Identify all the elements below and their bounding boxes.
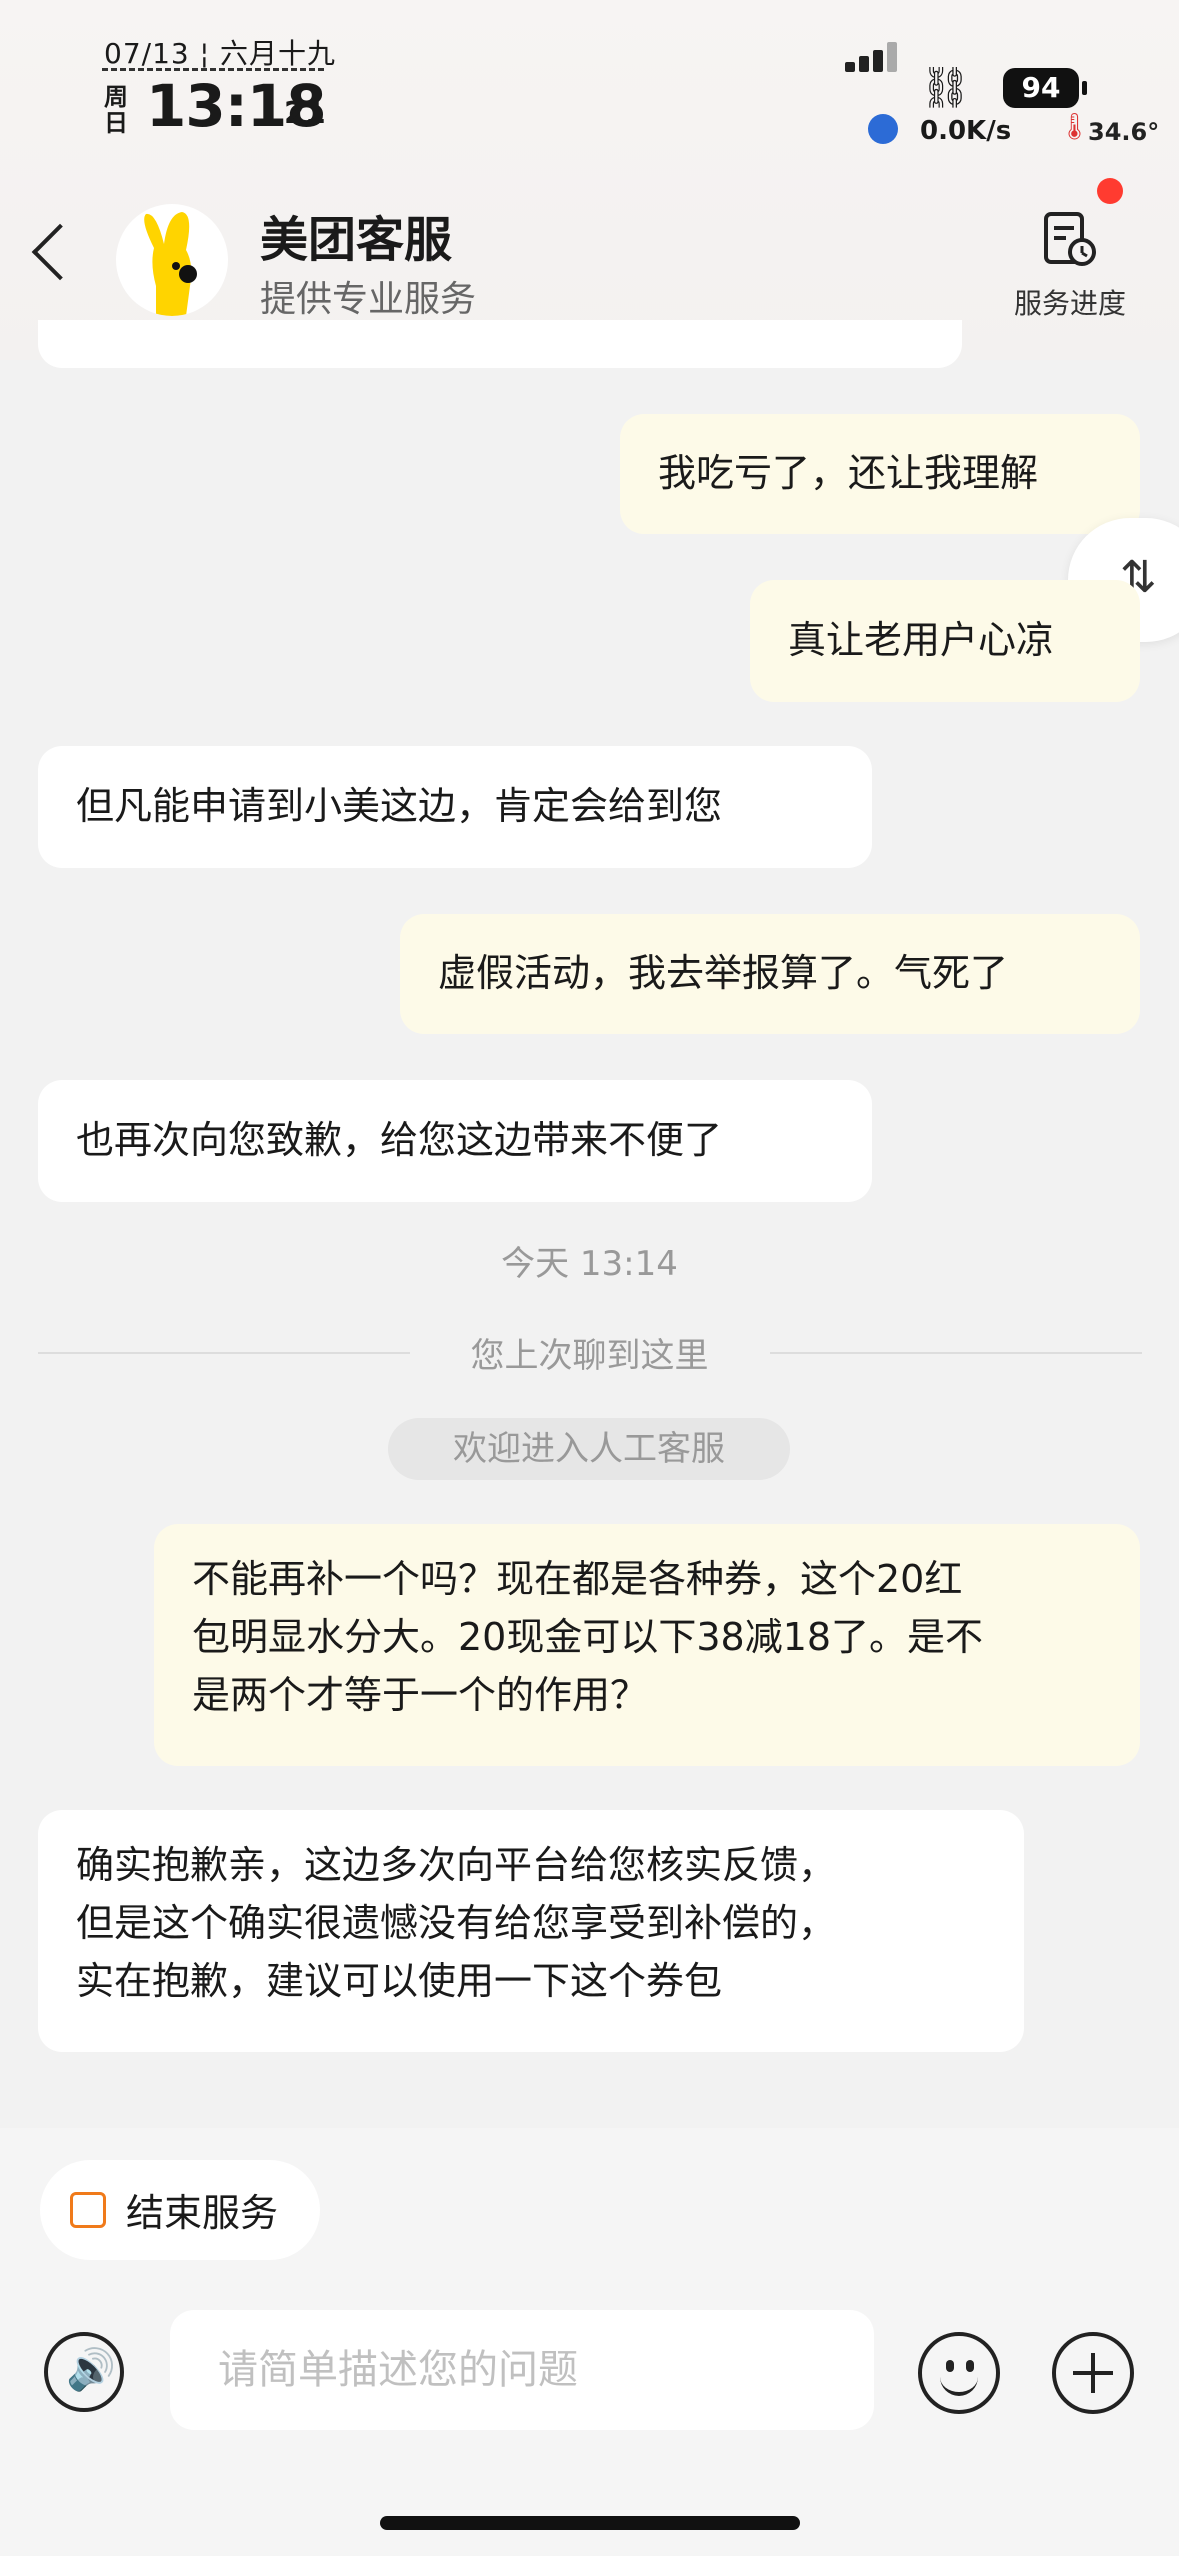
end-service-label: 结束服务 [126,2191,279,2235]
page-subtitle: 提供专业服务 [260,279,477,320]
message-bubble-incoming[interactable]: 但凡能申请到小美这边，肯定会给到您 [38,746,872,868]
avatar[interactable] [116,204,228,316]
history-divider: 您上次聊到这里 [0,1324,1179,1384]
end-service-button[interactable]: 结束服务 [40,2160,320,2260]
status-weekday: 周日 [104,83,128,137]
net-speed: 0.0K/s [920,116,1012,146]
message-text: 但凡能申请到小美这边，肯定会给到您 [76,784,723,828]
message-line: 是两个才等于一个的作用？ [192,1673,649,1717]
notification-dot [1097,178,1123,204]
status-seconds: 21 [284,96,326,131]
message-bubble-outgoing[interactable]: 我吃亏了，还让我理解 [620,414,1140,534]
message-text: 也再次向您致歉，给您这边带来不便了 [76,1118,723,1162]
message-text: 虚假活动，我去举报算了。气死了 [438,951,1009,995]
welcome-badge: 欢迎进入人工客服 [388,1418,790,1480]
message-line: 但是这个确实很遗憾没有给您享受到补偿的， [76,1901,837,1945]
alarm-icon [868,114,898,144]
emoji-icon[interactable] [918,2332,1000,2414]
message-bubble-incoming[interactable]: 也再次向您致歉，给您这边带来不便了 [38,1080,872,1202]
battery-icon: 94 [1003,68,1087,108]
message-line: 不能再补一个吗？现在都是各种券，这个20红 [192,1557,963,1601]
message-line: 包明显水分大。20现金可以下38减18了。是不 [192,1615,984,1659]
plus-icon[interactable] [1052,2332,1134,2414]
message-line: 实在抱歉，建议可以使用一下这个券包 [76,1959,723,2003]
service-progress-icon [1044,212,1096,266]
end-service-icon [70,2192,106,2228]
message-bubble-outgoing[interactable]: 虚假活动，我去举报算了。气死了 [400,914,1140,1034]
home-indicator[interactable] [380,2516,800,2530]
divider-line [770,1352,1142,1354]
message-bubble-outgoing[interactable]: 不能再补一个吗？现在都是各种券，这个20红 包明显水分大。20现金可以下38减1… [154,1524,1140,1766]
message-bubble-partial [38,320,962,368]
service-progress-label: 服务进度 [1013,287,1126,320]
message-text: 我吃亏了，还让我理解 [658,451,1039,495]
thermometer-icon: 🌡 [1058,112,1092,142]
status-divider [102,68,324,71]
time-separator: 今天 13:14 [501,1244,678,1284]
message-line: 确实抱歉亲，这边多次向平台给您核实反馈， [76,1843,837,1887]
hotspot-link-icon: ⛓ [920,65,971,111]
message-text: 真让老用户心凉 [788,618,1055,662]
voice-icon[interactable]: 🔊 [44,2332,124,2412]
message-input[interactable] [170,2310,874,2430]
status-date: 07/13 ¦ 六月十九 [104,37,336,70]
message-bubble-incoming[interactable]: 确实抱歉亲，这边多次向平台给您核实反馈， 但是这个确实很遗憾没有给您享受到补偿的… [38,1810,1024,2052]
temperature: 34.6° [1088,118,1160,146]
page-title: 美团客服 [260,212,453,268]
message-bubble-outgoing[interactable]: 真让老用户心凉 [750,580,1140,702]
